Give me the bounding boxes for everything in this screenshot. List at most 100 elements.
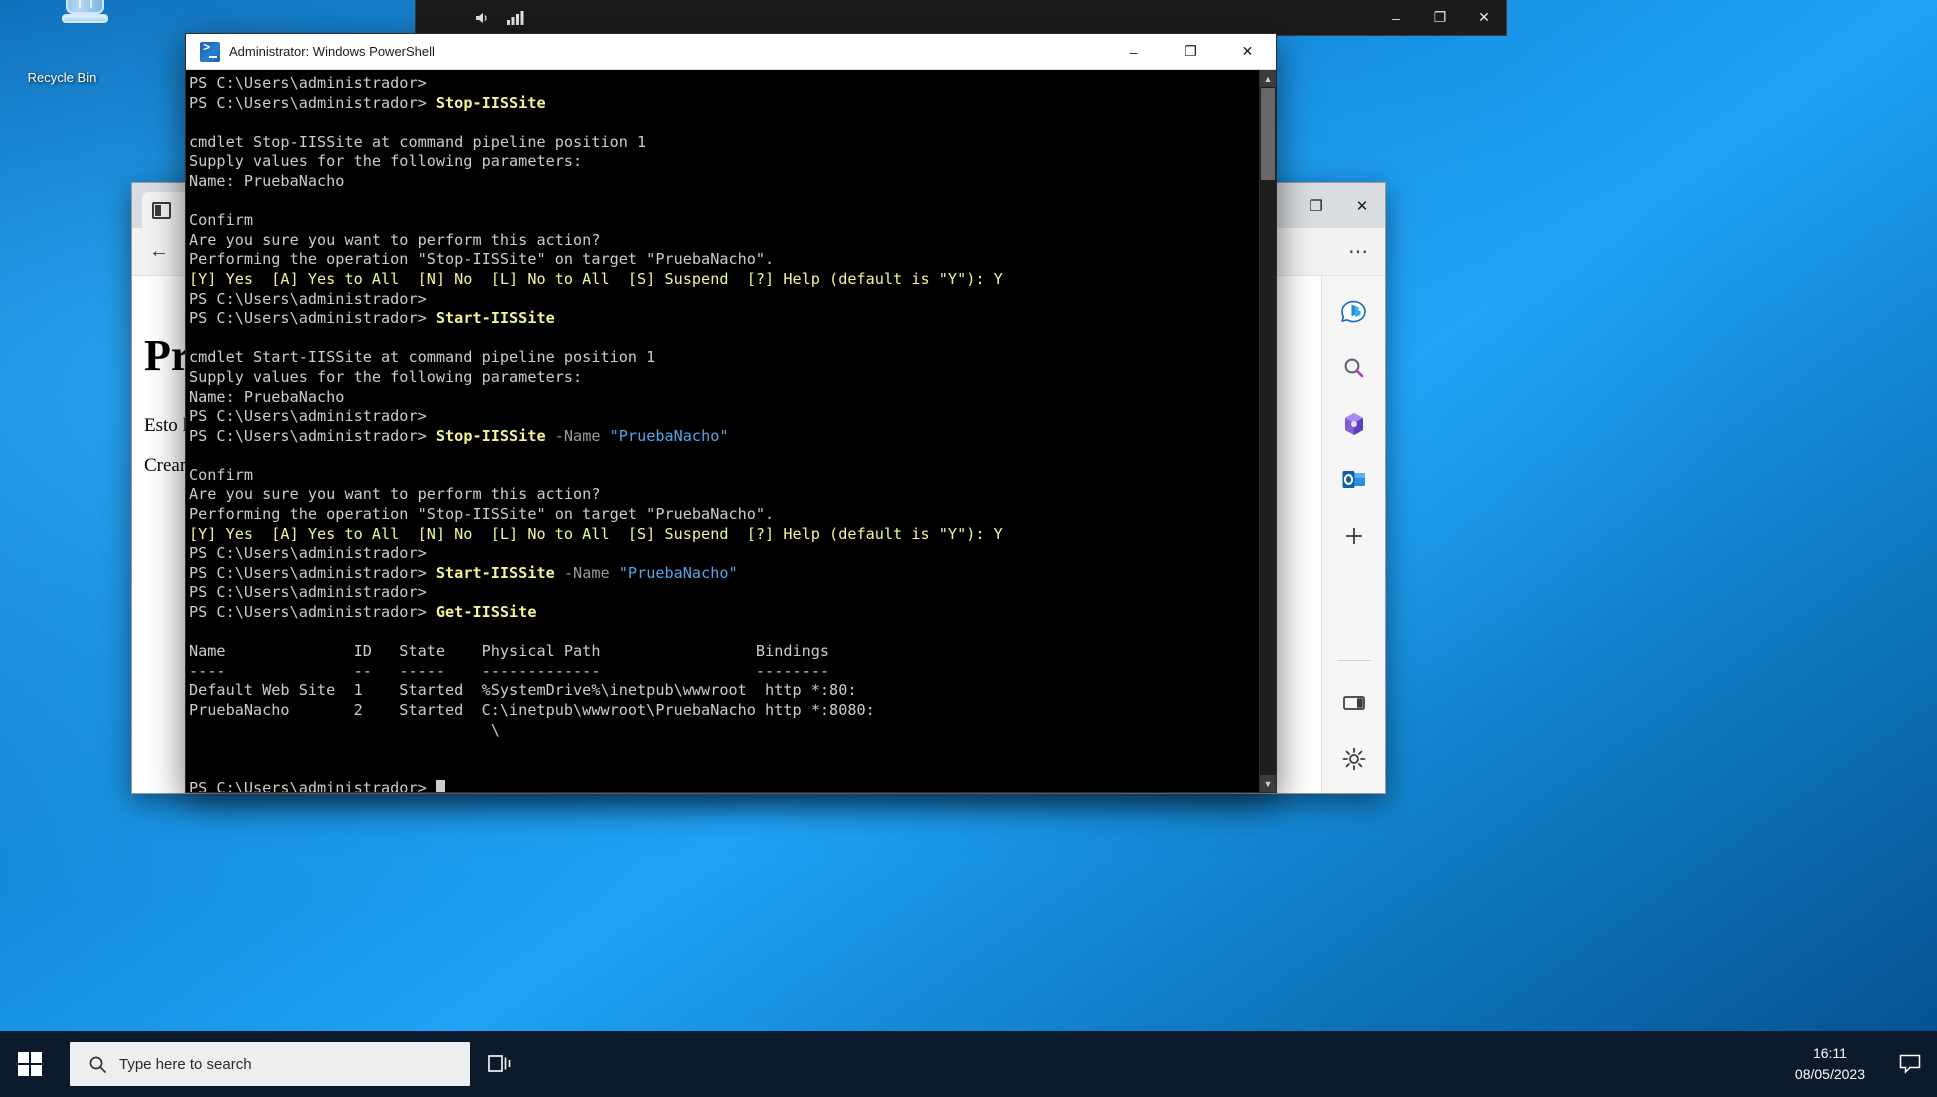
console-line: PS C:\Users\administrador> xyxy=(189,583,1259,603)
split-screen-icon[interactable] xyxy=(1334,683,1374,723)
edge-maximize-button[interactable]: ❐ xyxy=(1293,183,1339,228)
back-arrow-icon[interactable]: ← xyxy=(140,235,178,269)
console-text: Are you sure you want to perform this ac… xyxy=(189,231,600,249)
powershell-window-title: Administrator: Windows PowerShell xyxy=(229,44,435,59)
console-line: Name: PruebaNacho xyxy=(189,388,1259,408)
media-minimize-button[interactable]: – xyxy=(1374,1,1418,35)
system-tray[interactable]: 16:11 08/05/2023 xyxy=(1777,1031,1937,1097)
console-text: Name: PruebaNacho xyxy=(189,172,344,190)
console-line: Supply values for the following paramete… xyxy=(189,152,1259,172)
console-text: Stop-IISSite xyxy=(436,94,546,112)
powershell-console[interactable]: PS C:\Users\administrador>PS C:\Users\ad… xyxy=(186,70,1276,792)
clock-date: 08/05/2023 xyxy=(1795,1064,1865,1085)
powershell-close-button[interactable]: ✕ xyxy=(1219,34,1276,70)
recycle-bin-icon xyxy=(14,14,110,70)
console-text: Confirm xyxy=(189,211,253,229)
notification-center-button[interactable] xyxy=(1883,1031,1937,1097)
task-view-button[interactable] xyxy=(470,1031,530,1097)
console-text: Default Web Site 1 Started %SystemDrive%… xyxy=(189,681,857,699)
edge-sidebar[interactable] xyxy=(1321,276,1385,793)
outlook-icon[interactable] xyxy=(1334,460,1374,500)
console-text: "PruebaNacho" xyxy=(619,564,738,582)
bing-chat-icon[interactable] xyxy=(1334,292,1374,332)
console-output[interactable]: PS C:\Users\administrador>PS C:\Users\ad… xyxy=(186,70,1259,792)
console-text: [Y] Yes [A] Yes to All [N] No [L] No to … xyxy=(189,525,1003,543)
clock-time: 16:11 xyxy=(1795,1043,1865,1064)
console-line: [Y] Yes [A] Yes to All [N] No [L] No to … xyxy=(189,270,1259,290)
scroll-up-arrow-icon[interactable]: ▲ xyxy=(1260,70,1276,87)
console-line: PS C:\Users\administrador> Start-IISSite xyxy=(189,309,1259,329)
powershell-window-controls[interactable]: – ❐ ✕ xyxy=(1105,34,1276,70)
audio-icon xyxy=(474,9,492,27)
console-line xyxy=(189,192,1259,212)
console-text: Start-IISSite xyxy=(436,564,555,582)
console-line: Default Web Site 1 Started %SystemDrive%… xyxy=(189,681,1259,701)
scroll-down-arrow-icon[interactable]: ▼ xyxy=(1260,775,1276,792)
console-text: [Y] Yes [A] Yes to All [N] No [L] No to … xyxy=(189,270,1003,288)
microsoft365-icon[interactable] xyxy=(1334,404,1374,444)
console-line xyxy=(189,740,1259,760)
taskbar[interactable]: Type here to search 16:11 08/05/2023 xyxy=(0,1031,1937,1097)
console-line: Performing the operation "Stop-IISSite" … xyxy=(189,505,1259,525)
console-text: ---- -- ----- ------------- -------- xyxy=(189,662,829,680)
desktop-icon-recycle-bin[interactable]: Recycle Bin xyxy=(14,14,110,85)
powershell-minimize-button[interactable]: – xyxy=(1105,34,1162,70)
console-line: PS C:\Users\administrador> xyxy=(189,290,1259,310)
media-overlay-window-controls[interactable]: – ❐ ✕ xyxy=(1374,1,1506,35)
media-close-button[interactable]: ✕ xyxy=(1462,1,1506,35)
console-line xyxy=(189,329,1259,349)
edge-tab-active[interactable] xyxy=(142,192,188,228)
console-cursor xyxy=(436,780,445,792)
desktop-background: Recycle Bin – ❐ ✕ ← ⋯ Prueba Nacho xyxy=(0,0,1937,1097)
console-line: [Y] Yes [A] Yes to All [N] No [L] No to … xyxy=(189,525,1259,545)
edge-tab-strip[interactable] xyxy=(132,183,188,228)
console-line: PS C:\Users\administrador> xyxy=(189,407,1259,427)
console-text: PS C:\Users\administrador> xyxy=(189,94,436,112)
speech-bubble-icon xyxy=(1899,1054,1921,1074)
console-text: Supply values for the following paramete… xyxy=(189,368,582,386)
scrollbar-thumb[interactable] xyxy=(1261,88,1275,180)
console-text: PS C:\Users\administrador> xyxy=(189,74,427,92)
console-line: Confirm xyxy=(189,466,1259,486)
console-text: PS C:\Users\administrador> xyxy=(189,544,427,562)
recycle-bin-label: Recycle Bin xyxy=(28,70,97,85)
console-text: Are you sure you want to perform this ac… xyxy=(189,485,600,503)
console-line xyxy=(189,623,1259,643)
console-text: Stop-IISSite xyxy=(436,427,546,445)
signal-bars-icon xyxy=(506,9,524,27)
console-line: PS C:\Users\administrador> Get-IISSite xyxy=(189,603,1259,623)
search-icon xyxy=(88,1055,107,1074)
search-input-placeholder[interactable]: Type here to search xyxy=(119,1056,252,1073)
console-text: Confirm xyxy=(189,466,253,484)
console-line: Are you sure you want to perform this ac… xyxy=(189,485,1259,505)
search-icon[interactable] xyxy=(1334,348,1374,388)
settings-gear-icon[interactable] xyxy=(1334,739,1374,779)
more-options-icon[interactable]: ⋯ xyxy=(1339,235,1377,269)
console-text: PS C:\Users\administrador> xyxy=(189,564,436,582)
start-button[interactable] xyxy=(0,1031,60,1097)
console-line: \ xyxy=(189,721,1259,741)
console-line: PruebaNacho 2 Started C:\inetpub\wwwroot… xyxy=(189,701,1259,721)
console-scrollbar[interactable]: ▲ ▼ xyxy=(1259,70,1276,792)
console-line: PS C:\Users\administrador> Stop-IISSite xyxy=(189,94,1259,114)
edge-close-button[interactable]: ✕ xyxy=(1339,183,1385,228)
powershell-window[interactable]: Administrator: Windows PowerShell – ❐ ✕ … xyxy=(185,33,1277,793)
add-icon[interactable] xyxy=(1334,516,1374,556)
console-text: PS C:\Users\administrador> xyxy=(189,407,427,425)
powershell-titlebar[interactable]: Administrator: Windows PowerShell – ❐ ✕ xyxy=(186,34,1276,70)
console-text: -Name xyxy=(546,427,610,445)
console-text: cmdlet Stop-IISSite at command pipeline … xyxy=(189,133,646,151)
console-text: Get-IISSite xyxy=(436,603,537,621)
task-view-icon xyxy=(488,1053,512,1075)
console-text: PruebaNacho 2 Started C:\inetpub\wwwroot… xyxy=(189,701,875,719)
console-text: Performing the operation "Stop-IISSite" … xyxy=(189,505,774,523)
console-line: Performing the operation "Stop-IISSite" … xyxy=(189,250,1259,270)
taskbar-search-box[interactable]: Type here to search xyxy=(70,1042,470,1086)
media-overlay-window[interactable]: – ❐ ✕ xyxy=(415,0,1507,36)
media-restore-button[interactable]: ❐ xyxy=(1418,1,1462,35)
powershell-maximize-button[interactable]: ❐ xyxy=(1162,34,1219,70)
taskbar-clock[interactable]: 16:11 08/05/2023 xyxy=(1777,1043,1883,1085)
console-text: "PruebaNacho" xyxy=(610,427,729,445)
console-text: PS C:\Users\administrador> xyxy=(189,427,436,445)
console-text: Start-IISSite xyxy=(436,309,555,327)
